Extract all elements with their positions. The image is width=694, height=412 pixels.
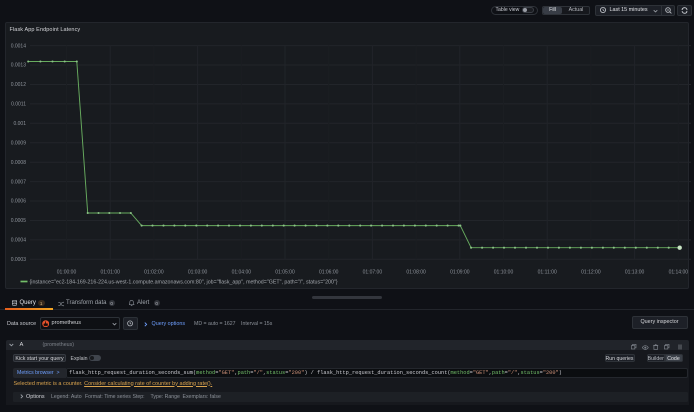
svg-text:01:08:00: 01:08:00	[406, 270, 426, 276]
svg-text:{instance="ec2-184-169-216-224: {instance="ec2-184-169-216-224.us-west-1…	[30, 279, 338, 285]
svg-text:0.0007: 0.0007	[11, 179, 27, 185]
svg-text:0.0004: 0.0004	[11, 238, 27, 244]
svg-text:01:11:00: 01:11:00	[538, 270, 557, 276]
svg-text:0.0003: 0.0003	[11, 257, 27, 263]
svg-text:01:12:00: 01:12:00	[581, 270, 601, 276]
svg-text:0.0005: 0.0005	[11, 218, 27, 224]
svg-text:01:03:00: 01:03:00	[188, 270, 208, 276]
svg-text:0.0009: 0.0009	[11, 140, 27, 146]
svg-text:01:04:00: 01:04:00	[232, 270, 252, 276]
svg-text:0.0008: 0.0008	[11, 160, 27, 166]
svg-text:01:05:00: 01:05:00	[275, 270, 295, 276]
svg-text:0.0006: 0.0006	[11, 199, 27, 205]
svg-text:01:13:00: 01:13:00	[625, 270, 645, 276]
svg-text:01:14:00: 01:14:00	[669, 270, 689, 276]
svg-text:01:10:00: 01:10:00	[494, 270, 514, 276]
svg-text:0.0014: 0.0014	[11, 43, 27, 49]
svg-text:01:00:00: 01:00:00	[57, 270, 77, 276]
svg-text:01:09:00: 01:09:00	[450, 270, 470, 276]
svg-text:01:07:00: 01:07:00	[363, 270, 383, 276]
svg-text:0.001: 0.001	[13, 121, 26, 127]
svg-text:0.0011: 0.0011	[11, 102, 26, 108]
svg-text:0.0013: 0.0013	[11, 63, 27, 69]
svg-text:0.0012: 0.0012	[11, 82, 27, 88]
svg-text:01:02:00: 01:02:00	[144, 270, 164, 276]
svg-text:01:01:00: 01:01:00	[100, 270, 120, 276]
svg-text:01:06:00: 01:06:00	[319, 270, 339, 276]
